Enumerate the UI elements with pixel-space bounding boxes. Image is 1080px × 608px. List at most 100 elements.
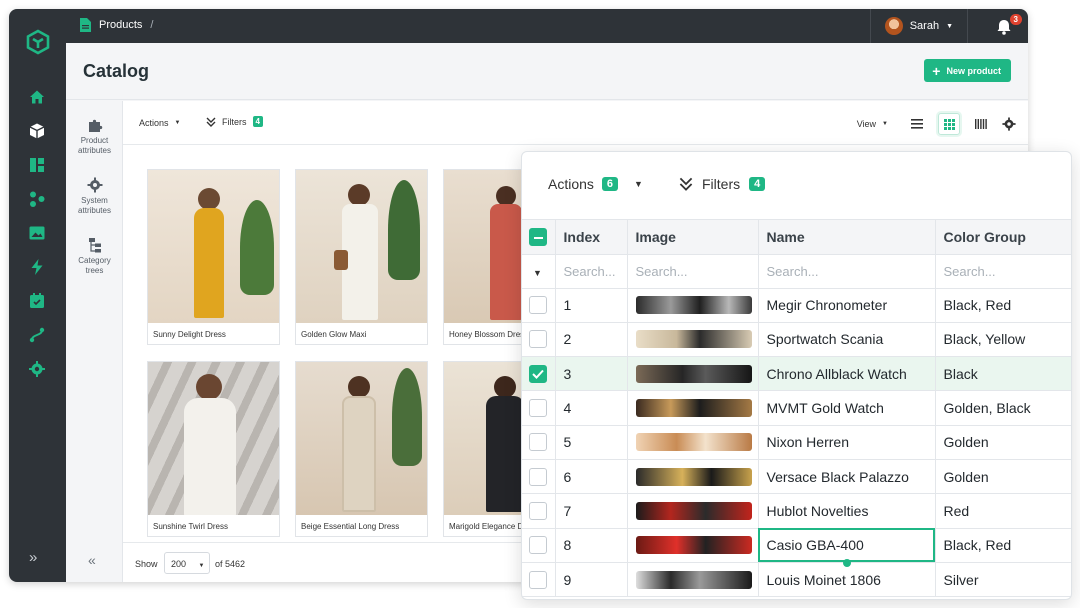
table-row[interactable]: 6 Versace Black Palazzo Golden: [522, 459, 1071, 495]
row-checkbox[interactable]: [529, 364, 547, 383]
calendar-icon[interactable]: [28, 292, 46, 310]
column-header-index[interactable]: Index: [555, 220, 628, 255]
cell-color-group[interactable]: Golden, Black: [935, 390, 1071, 426]
cell-name[interactable]: Chrono Allblack Watch: [758, 356, 936, 392]
product-card[interactable]: Beige Essential Long Dress: [295, 361, 428, 537]
cell-image[interactable]: [627, 528, 759, 563]
cell-name[interactable]: Versace Black Palazzo: [758, 459, 936, 495]
row-checkbox[interactable]: [529, 399, 547, 418]
filters-button[interactable]: Filters 4: [206, 116, 263, 127]
settings-gear-icon[interactable]: [28, 360, 46, 378]
product-card[interactable]: Sunshine Twirl Dress: [147, 361, 280, 537]
product-card[interactable]: Sunny Delight Dress: [147, 169, 280, 345]
cell-image[interactable]: [627, 356, 759, 392]
products-cube-icon[interactable]: [28, 122, 46, 140]
search-color-group-input[interactable]: Search...: [935, 254, 1071, 289]
connections-icon[interactable]: [28, 190, 46, 208]
row-checkbox[interactable]: [529, 433, 547, 452]
table-row[interactable]: 7 Hublot Novelties Red: [522, 493, 1071, 529]
table-actions-dropdown[interactable]: Actions 6 ▼: [548, 176, 643, 192]
search-index-input[interactable]: Search...: [555, 254, 628, 289]
filter-toggle-cell[interactable]: ▼: [522, 254, 556, 289]
table-row[interactable]: 2 Sportwatch Scania Black, Yellow: [522, 322, 1071, 358]
cell-image[interactable]: [627, 493, 759, 529]
table-row[interactable]: 4 MVMT Gold Watch Golden, Black: [522, 390, 1071, 426]
cell-color-group[interactable]: Golden: [935, 459, 1071, 495]
collapse-subnav-icon[interactable]: «: [88, 552, 96, 568]
cell-index[interactable]: 5: [555, 425, 628, 460]
subnav-item-product-attributes[interactable]: Product attributes: [66, 117, 123, 156]
search-image-input[interactable]: Search...: [627, 254, 759, 289]
column-header-image[interactable]: Image: [627, 220, 759, 255]
row-checkbox[interactable]: [529, 467, 547, 486]
table-row[interactable]: 1 Megir Chronometer Black, Red: [522, 288, 1071, 323]
row-checkbox[interactable]: [529, 536, 547, 555]
cell-index[interactable]: 1: [555, 288, 628, 323]
row-checkbox[interactable]: [529, 296, 547, 315]
cell-name[interactable]: Megir Chronometer: [758, 288, 936, 323]
breadcrumb-products[interactable]: Products: [99, 19, 142, 31]
column-header-name[interactable]: Name: [758, 220, 936, 255]
user-menu[interactable]: Sarah ▼: [869, 9, 968, 43]
check-icon: [532, 369, 544, 379]
cell-name[interactable]: Sportwatch Scania: [758, 322, 936, 358]
cell-image[interactable]: [627, 390, 759, 426]
cell-color-group[interactable]: Black, Red: [935, 528, 1071, 563]
actions-dropdown[interactable]: Actions ▼: [139, 118, 180, 128]
table-row[interactable]: 9 Louis Moinet 1806 Silver: [522, 562, 1071, 598]
cell-color-group[interactable]: Red: [935, 493, 1071, 529]
cell-index[interactable]: 6: [555, 459, 628, 495]
app-logo-icon[interactable]: [25, 29, 51, 55]
table-row[interactable]: 5 Nixon Herren Golden: [522, 425, 1071, 460]
sidebar-expand-icon[interactable]: »: [29, 549, 37, 566]
row-checkbox[interactable]: [529, 330, 547, 349]
cell-image[interactable]: [627, 459, 759, 495]
cell-name[interactable]: Nixon Herren: [758, 425, 936, 460]
cell-resize-handle[interactable]: [842, 558, 851, 567]
cell-name[interactable]: MVMT Gold Watch: [758, 390, 936, 426]
cell-index[interactable]: 8: [555, 528, 628, 563]
home-icon[interactable]: [28, 88, 46, 106]
show-label: Show: [135, 559, 158, 569]
cell-name[interactable]: Hublot Novelties: [758, 493, 936, 529]
dashboard-icon[interactable]: [28, 156, 46, 174]
list-view-button[interactable]: [906, 113, 928, 135]
cell-color-group[interactable]: Black, Red: [935, 288, 1071, 323]
cell-image[interactable]: [627, 425, 759, 460]
lightning-icon[interactable]: [28, 258, 46, 276]
grid-settings-gear-icon[interactable]: [1002, 117, 1016, 131]
grid-view-button[interactable]: [938, 113, 960, 135]
cell-color-group[interactable]: Golden: [935, 425, 1071, 460]
select-all-checkbox[interactable]: [529, 227, 547, 246]
row-checkbox[interactable]: [529, 501, 547, 520]
table-row[interactable]: 8 Casio GBA-400 Black, Red: [522, 528, 1071, 567]
column-header-color-group[interactable]: Color Group: [935, 220, 1071, 255]
cell-name[interactable]: Louis Moinet 1806: [758, 562, 936, 598]
table-row[interactable]: 3 Chrono Allblack Watch Black: [522, 356, 1071, 392]
view-dropdown[interactable]: View ▼: [857, 119, 888, 129]
cell-index[interactable]: 3: [555, 356, 628, 392]
cell-color-group[interactable]: Black: [935, 356, 1071, 392]
cell-color-group[interactable]: Silver: [935, 562, 1071, 598]
workflow-icon[interactable]: [28, 326, 46, 344]
cell-index[interactable]: 4: [555, 390, 628, 426]
image-icon[interactable]: [28, 224, 46, 242]
cell-index[interactable]: 7: [555, 493, 628, 529]
product-card-caption: Sunshine Twirl Dress: [153, 522, 228, 531]
row-checkbox[interactable]: [529, 570, 547, 589]
column-view-button[interactable]: [970, 113, 992, 135]
page-size-select[interactable]: 200 ▼: [164, 552, 210, 574]
cell-index[interactable]: 9: [555, 562, 628, 598]
subnav-item-system-attributes[interactable]: System attributes: [66, 177, 123, 216]
table-filters-button[interactable]: Filters 4: [679, 176, 766, 192]
cell-color-group[interactable]: Black, Yellow: [935, 322, 1071, 358]
cell-image[interactable]: [627, 562, 759, 598]
subnav-item-category-trees[interactable]: Category trees: [66, 237, 123, 276]
new-product-button[interactable]: + New product: [924, 59, 1011, 82]
cell-index[interactable]: 2: [555, 322, 628, 358]
search-name-input[interactable]: Search...: [758, 254, 936, 289]
cell-image[interactable]: [627, 288, 759, 323]
product-card[interactable]: Golden Glow Maxi: [295, 169, 428, 345]
cell-image[interactable]: [627, 322, 759, 358]
cell-name[interactable]: Casio GBA-400: [758, 528, 936, 567]
